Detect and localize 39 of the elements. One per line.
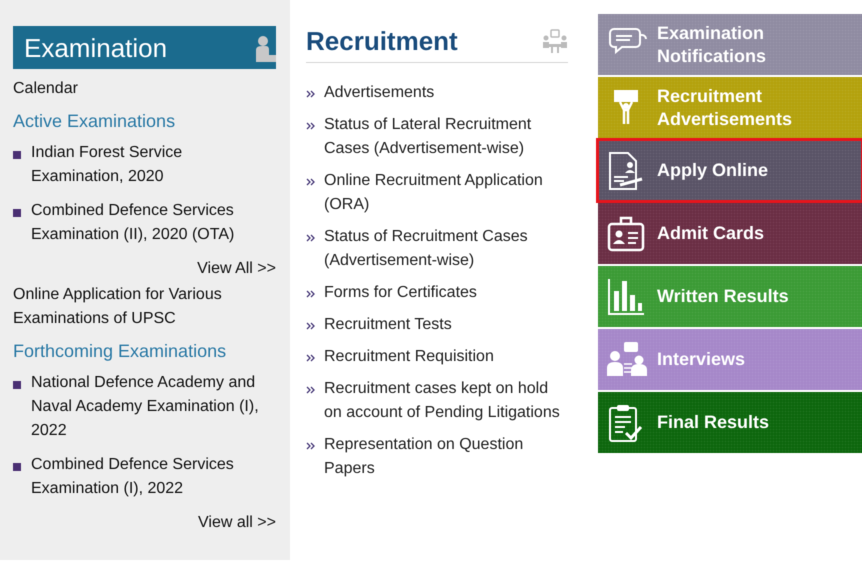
chevron-icon (306, 178, 315, 186)
recruitment-link[interactable]: Status of Lateral Recruitment Cases (Advertisement-wise) (324, 113, 568, 161)
exam-link[interactable]: Combined Defence Services Examination (II), 2020 (OTA) (31, 199, 276, 247)
section-title: Examination (24, 32, 168, 62)
chevron-icon (306, 290, 315, 298)
chevron-icon (306, 442, 315, 450)
exam-link[interactable]: Calendar (13, 77, 276, 101)
view-all-link[interactable]: View all >> (13, 511, 276, 535)
recruitment-link[interactable]: Recruitment Requisition (324, 345, 494, 369)
section-title: Recruitment (306, 26, 458, 56)
recruitment-link[interactable]: Recruitment Tests (324, 313, 452, 337)
subsection-heading: Forthcoming Examinations (13, 340, 228, 363)
quick-link-tile[interactable]: Final Results (598, 392, 862, 453)
bullet-icon (13, 381, 21, 389)
exam-link[interactable]: National Defence Academy and Naval Academy Examination (I), 2022 (31, 371, 276, 443)
chevron-icon (306, 354, 315, 362)
quick-link-tile[interactable]: Apply Online (598, 140, 862, 201)
quick-link-tile[interactable]: Written Results (598, 266, 862, 327)
exam-link[interactable]: Combined Defence Services Examination (I), 2022 (31, 453, 276, 501)
chevron-icon (306, 386, 315, 394)
chevron-icon (306, 90, 315, 98)
chevron-icon (306, 122, 315, 130)
exam-link[interactable]: Online Application for Various Examinations of UPSC (13, 283, 276, 331)
quick-link-tile[interactable]: Admit Cards (598, 203, 862, 264)
recruitment-link[interactable]: Recruitment cases kept on hold on account of Pending Litigations (324, 377, 568, 425)
exam-link[interactable]: Indian Forest Service Examination, 2020 (31, 141, 276, 189)
view-all-link[interactable]: View All >> (13, 257, 276, 281)
recruitment-link[interactable]: Status of Recruitment Cases (Advertisement-wise) (324, 225, 568, 273)
recruitment-link[interactable]: Online Recruitment Application (ORA) (324, 169, 568, 217)
meeting-icon (542, 29, 568, 53)
bullet-icon (13, 209, 21, 217)
recruitment-link[interactable]: Forms for Certificates (324, 281, 477, 305)
recruitment-link[interactable]: Representation on Question Papers (324, 433, 568, 481)
subsection-heading: Active Examinations (13, 110, 176, 133)
bullet-icon (13, 151, 21, 159)
recruitment-link[interactable]: Advertisements (324, 81, 434, 105)
chevron-icon (306, 234, 315, 242)
chevron-icon (306, 322, 315, 330)
bullet-icon (13, 463, 21, 471)
